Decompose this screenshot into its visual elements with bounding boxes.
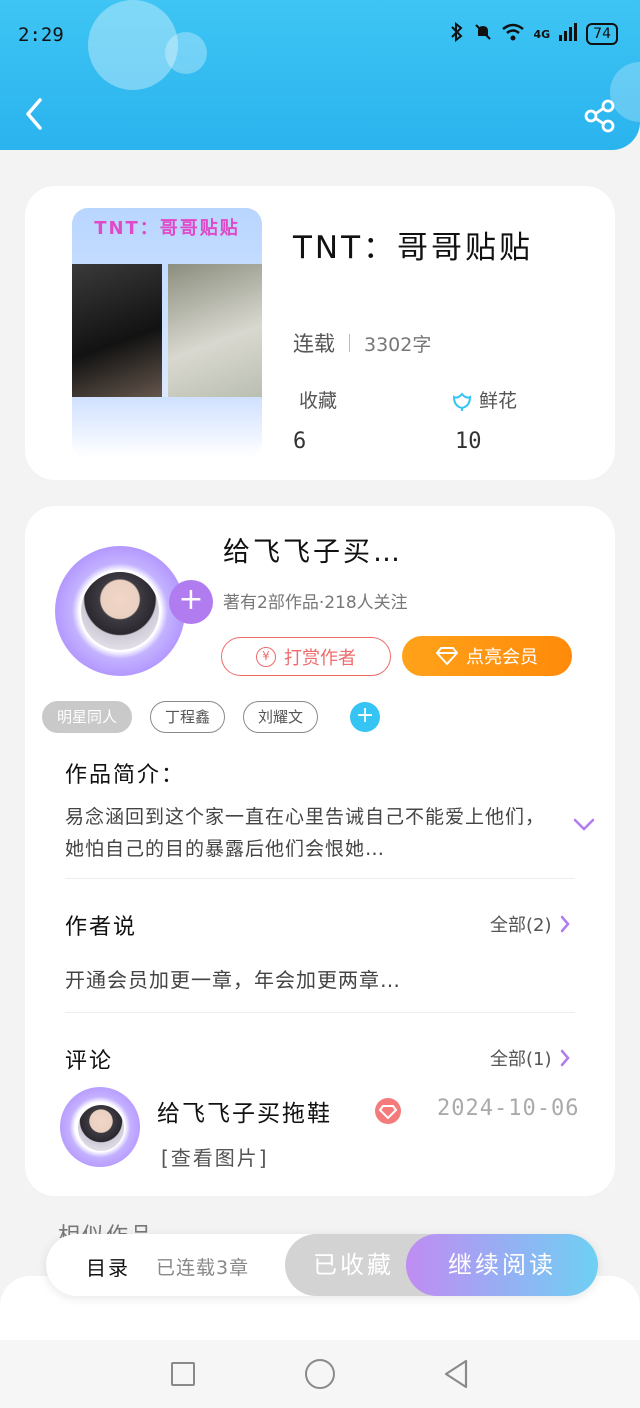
avatar xyxy=(81,572,159,650)
cover-photo xyxy=(168,264,262,404)
chevron-right-icon xyxy=(560,1049,570,1067)
book-status: 连载 xyxy=(293,332,335,356)
flowers-label: 鲜花 xyxy=(479,390,518,412)
intro-text[interactable]: 易念涵回到这个家一直在心里告诫自己不能爱上他们，她怕自己的目的暴露后他们会恨她… xyxy=(65,801,545,865)
chevron-right-icon xyxy=(560,915,570,933)
divider xyxy=(349,334,350,352)
vip-button[interactable]: 点亮会员 xyxy=(402,636,572,676)
comments-title: 评论 xyxy=(65,1049,114,1074)
avatar xyxy=(78,1105,124,1151)
mute-icon xyxy=(473,22,493,46)
book-cover[interactable]: TNT：哥哥贴贴 xyxy=(72,208,262,457)
divider xyxy=(65,878,575,879)
wifi-icon xyxy=(501,22,525,46)
book-title: TNT：哥哥贴贴 xyxy=(293,230,534,266)
home-icon[interactable] xyxy=(305,1359,335,1389)
chapter-count: 已连载3章 xyxy=(156,1257,250,1279)
book-status-row: 连载 3302字 xyxy=(293,328,431,358)
favorites-value: 6 xyxy=(293,429,307,454)
recents-icon[interactable] xyxy=(171,1362,195,1386)
author-avatar[interactable]: + xyxy=(55,536,213,676)
tag-item[interactable]: 明星同人 xyxy=(42,701,133,733)
vip-badge-icon xyxy=(375,1098,401,1124)
cover-decor xyxy=(72,397,262,457)
author-meta: 著有2部作品·218人关注 xyxy=(223,593,408,613)
continue-reading-button[interactable]: 继续阅读 xyxy=(406,1234,598,1296)
author-says-title: 作者说 xyxy=(65,915,138,940)
back-triangle-icon[interactable] xyxy=(442,1358,470,1390)
all-label: 全部(1) xyxy=(490,1049,552,1070)
author-name[interactable]: 给飞飞子买… xyxy=(223,530,403,569)
action-bar: 目录 已连载3章 已收藏 继续阅读 xyxy=(46,1234,598,1296)
bluetooth-icon xyxy=(449,21,465,46)
system-nav-bar xyxy=(0,1340,640,1408)
status-bar: 2:29 4G 74 xyxy=(0,20,640,50)
status-time: 2:29 xyxy=(18,24,64,46)
diamond-icon xyxy=(436,647,458,665)
tag-item[interactable]: 刘耀文 xyxy=(243,701,319,733)
flower-icon xyxy=(452,392,472,411)
signal-icon xyxy=(558,23,578,45)
toc-button[interactable]: 目录 xyxy=(86,1252,130,1281)
share-icon xyxy=(584,99,615,133)
add-tag-button[interactable]: + xyxy=(350,702,381,732)
all-label: 全部(2) xyxy=(490,915,552,936)
word-count: 3302字 xyxy=(364,333,432,356)
cover-title: TNT：哥哥贴贴 xyxy=(94,218,240,239)
divider xyxy=(65,1012,575,1013)
back-button[interactable] xyxy=(20,96,50,132)
status-icons: 4G 74 xyxy=(449,21,618,46)
yen-coin-icon: ¥ xyxy=(256,646,276,667)
network-label: 4G xyxy=(533,27,551,41)
author-says-all-link[interactable]: 全部(2) xyxy=(490,911,570,937)
commenter-name[interactable]: 给飞飞子买拖鞋 xyxy=(157,1094,332,1128)
details-card: + 给飞飞子买… 著有2部作品·218人关注 ¥ 打赏作者 点亮会员 明星同人 … xyxy=(25,506,615,1196)
cover-photo xyxy=(72,264,162,404)
reward-author-button[interactable]: ¥ 打赏作者 xyxy=(221,637,391,676)
flowers-stat[interactable]: 鲜花 xyxy=(451,386,517,413)
tag-item[interactable]: 丁程鑫 xyxy=(150,701,226,733)
author-says-text: 开通会员加更一章，年会加更两章… xyxy=(65,968,401,992)
vip-label: 点亮会员 xyxy=(466,647,538,668)
comment-text[interactable]: [查看图片] xyxy=(161,1142,269,1171)
flowers-value: 10 xyxy=(455,429,482,454)
commenter-avatar[interactable] xyxy=(60,1081,140,1171)
header: 2:29 4G 74 xyxy=(0,0,640,150)
chevron-left-icon xyxy=(26,98,42,130)
chevron-down-icon[interactable] xyxy=(573,818,595,832)
book-info-card: TNT：哥哥贴贴 TNT：哥哥贴贴 连载 3302字 收藏 6 鲜花 10 xyxy=(25,186,615,480)
share-button[interactable] xyxy=(582,98,618,134)
follow-button[interactable]: + xyxy=(169,580,213,624)
comments-all-link[interactable]: 全部(1) xyxy=(490,1045,570,1071)
comment-date: 2024-10-06 xyxy=(437,1096,580,1121)
intro-title: 作品简介： xyxy=(65,763,186,788)
favorites-label: 收藏 xyxy=(299,390,338,412)
battery-icon: 74 xyxy=(586,23,618,45)
tag-list: 明星同人 丁程鑫 刘耀文 + xyxy=(42,701,381,733)
reward-label: 打赏作者 xyxy=(284,647,356,669)
